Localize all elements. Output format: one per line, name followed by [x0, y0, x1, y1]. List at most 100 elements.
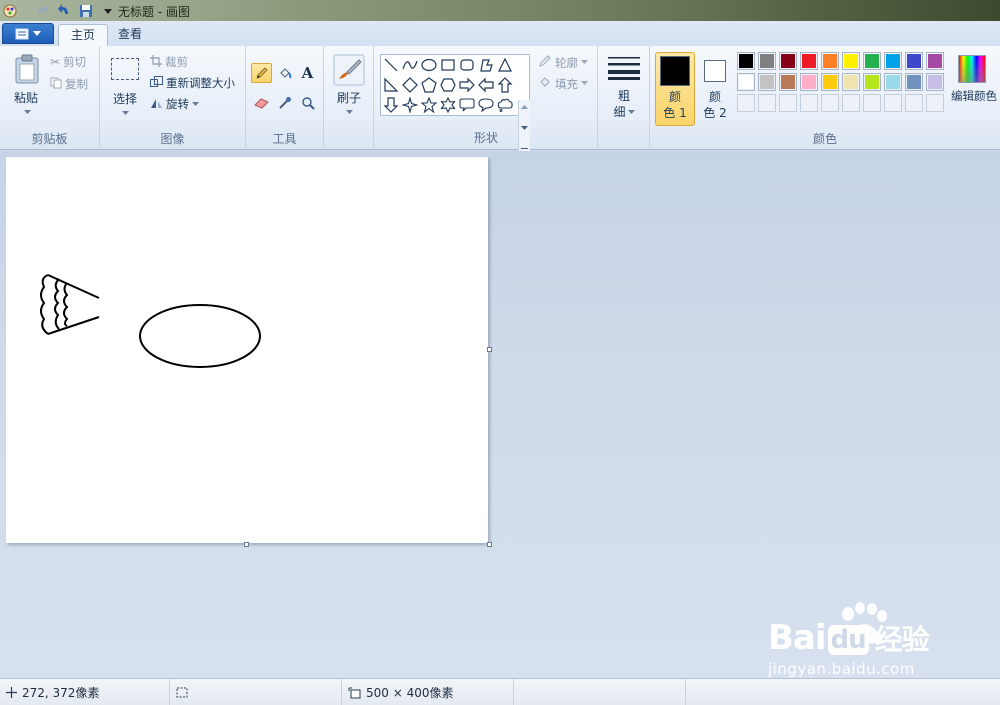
four-point-star-shape[interactable]: [401, 96, 419, 114]
palette-swatch[interactable]: [800, 73, 818, 91]
polygon-shape[interactable]: [477, 56, 495, 74]
palette-swatch[interactable]: [779, 73, 797, 91]
select-button[interactable]: 选择: [108, 52, 142, 122]
cloud-callout-shape[interactable]: [496, 96, 514, 114]
palette-swatch[interactable]: [821, 52, 839, 70]
pentagon-shape[interactable]: [420, 76, 438, 94]
palette-swatch[interactable]: [737, 73, 755, 91]
swatch-color: [823, 75, 837, 89]
rounded-callout-shape[interactable]: [458, 96, 476, 114]
palette-swatch[interactable]: [884, 73, 902, 91]
canvas-resize-handle-corner[interactable]: [487, 542, 492, 547]
palette-swatch[interactable]: [905, 73, 923, 91]
palette-swatch[interactable]: [863, 73, 881, 91]
outline-button[interactable]: 轮廓: [538, 54, 588, 71]
baidu-brand: Bai du 经验: [768, 618, 930, 658]
baidu-watermark: Bai du 经验: [768, 600, 968, 663]
paste-button[interactable]: 粘贴: [8, 52, 48, 122]
custom-color-slot[interactable]: [863, 94, 881, 112]
canvas-resize-handle-right[interactable]: [487, 347, 492, 352]
resize-button[interactable]: 重新调整大小: [150, 75, 235, 91]
pencil-tool[interactable]: [251, 63, 272, 83]
palette-swatch[interactable]: [905, 52, 923, 70]
triangle-shape[interactable]: [496, 56, 514, 74]
oval-shape[interactable]: [420, 56, 438, 74]
paint-menu-button[interactable]: [2, 23, 54, 44]
drawing-canvas[interactable]: [6, 157, 488, 543]
color2-selector[interactable]: 颜 色 2: [695, 52, 735, 126]
custom-color-slot[interactable]: [884, 94, 902, 112]
cut-button[interactable]: ✂ 剪切: [50, 54, 86, 70]
oval-callout-shape[interactable]: [477, 96, 495, 114]
fill-label: 填充: [555, 76, 578, 91]
diamond-shape[interactable]: [401, 76, 419, 94]
palette-swatch[interactable]: [842, 52, 860, 70]
palette-swatch[interactable]: [737, 52, 755, 70]
fill-button[interactable]: 填充: [538, 75, 588, 92]
swatch-color: [802, 54, 816, 68]
rounded-rectangle-shape[interactable]: [458, 56, 476, 74]
edit-colors-button[interactable]: 编辑颜色: [950, 54, 998, 120]
eyedropper-icon: [278, 97, 291, 109]
palette-swatch[interactable]: [926, 52, 944, 70]
crop-button[interactable]: 裁剪: [150, 54, 188, 70]
custom-color-slot[interactable]: [821, 94, 839, 112]
custom-color-slot[interactable]: [926, 94, 944, 112]
palette-swatch[interactable]: [926, 73, 944, 91]
up-arrow-shape[interactable]: [496, 76, 514, 94]
palette-swatch[interactable]: [779, 52, 797, 70]
rotate-button[interactable]: 旋转: [150, 96, 199, 112]
palette-swatch[interactable]: [821, 73, 839, 91]
color-picker-tool[interactable]: [274, 93, 295, 113]
copy-button[interactable]: 复制: [50, 76, 88, 92]
eraser-tool[interactable]: [251, 93, 272, 113]
canvas-resize-handle-bottom[interactable]: [244, 542, 249, 547]
color1-selector[interactable]: 颜 色 1: [655, 52, 695, 126]
text-tool[interactable]: A: [297, 63, 318, 83]
magnifier-tool[interactable]: [297, 93, 318, 113]
custom-color-slot[interactable]: [842, 94, 860, 112]
size-button[interactable]: 粗 细: [604, 52, 644, 124]
left-arrow-shape[interactable]: [477, 76, 495, 94]
paint-app-icon[interactable]: [2, 3, 18, 19]
custom-color-slot[interactable]: [800, 94, 818, 112]
palette-swatch[interactable]: [758, 52, 776, 70]
curve-shape[interactable]: [401, 56, 419, 74]
palette-swatch[interactable]: [842, 73, 860, 91]
right-triangle-shape[interactable]: [382, 76, 400, 94]
palette-swatch[interactable]: [863, 52, 881, 70]
down-arrow-shape[interactable]: [382, 96, 400, 114]
palette-swatch[interactable]: [884, 52, 902, 70]
tab-home[interactable]: 主页: [58, 24, 109, 46]
line-shape[interactable]: [382, 56, 400, 74]
baidu-brand-cn: 经验: [874, 623, 930, 656]
customize-quick-access-icon[interactable]: [100, 3, 116, 19]
five-point-star-shape[interactable]: [420, 96, 438, 114]
custom-color-slot[interactable]: [779, 94, 797, 112]
hexagon-shape[interactable]: [439, 76, 457, 94]
swatch-color: [760, 75, 774, 89]
tab-view[interactable]: 查看: [106, 24, 154, 46]
custom-color-slot[interactable]: [905, 94, 923, 112]
four-point-star-icon: [402, 97, 418, 113]
redo-icon[interactable]: [34, 3, 50, 19]
palette-swatch[interactable]: [800, 52, 818, 70]
custom-color-slot[interactable]: [758, 94, 776, 112]
brushes-label: 刷子: [336, 91, 361, 105]
brushes-button[interactable]: 刷子: [330, 52, 368, 122]
image-group-label: 图像: [160, 132, 185, 146]
rectangle-shape[interactable]: [439, 56, 457, 74]
canvas-drawing: [40, 274, 261, 368]
rectangle-icon: [441, 59, 455, 71]
six-point-star-shape[interactable]: [439, 96, 457, 114]
custom-color-slot[interactable]: [737, 94, 755, 112]
resize-label: 重新调整大小: [166, 76, 235, 90]
palette-swatch[interactable]: [758, 73, 776, 91]
fill-tool[interactable]: [274, 63, 295, 83]
right-arrow-shape[interactable]: [458, 76, 476, 94]
swatch-color: [739, 75, 753, 89]
swatch-color: [907, 54, 921, 68]
undo-icon[interactable]: [56, 3, 72, 19]
watermark-url: jingyan.baidu.com: [768, 660, 915, 678]
save-icon[interactable]: [78, 3, 94, 19]
